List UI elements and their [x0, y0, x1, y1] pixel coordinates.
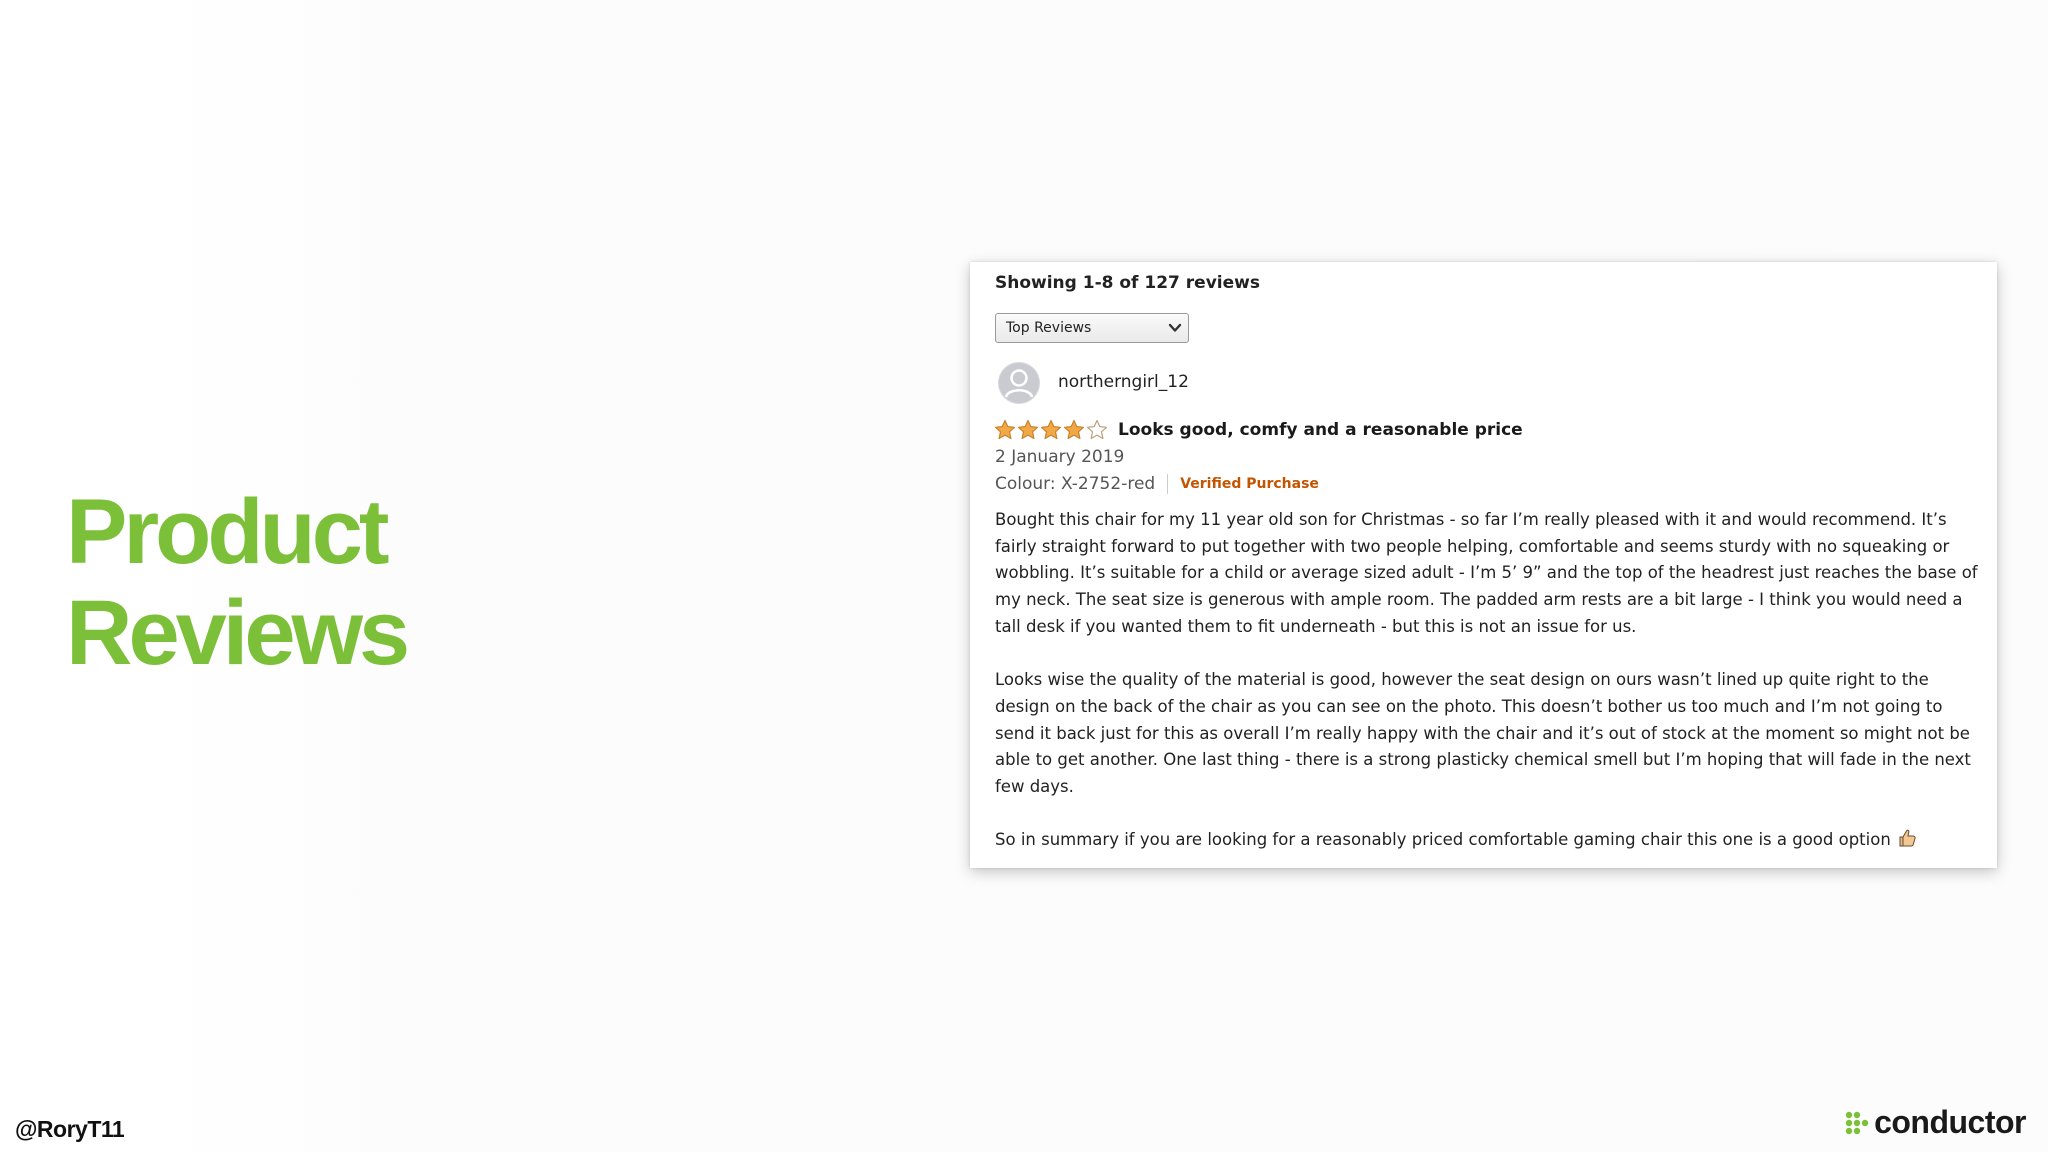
star-filled-icon	[1063, 419, 1085, 440]
sort-reviews-dropdown[interactable]: Top Reviews	[995, 313, 1189, 343]
star-rating	[994, 419, 1108, 441]
user-silhouette-icon	[999, 363, 1039, 403]
review-screenshot-card: Showing 1-8 of 127 reviews Top Reviews n…	[970, 262, 1997, 868]
review-variant-line: Colour: X-2752-red Verified Purchase	[995, 474, 1319, 494]
review-count-heading: Showing 1-8 of 127 reviews	[995, 273, 1260, 293]
twitter-handle: @RoryT11	[15, 1116, 125, 1142]
verified-purchase-badge: Verified Purchase	[1180, 476, 1319, 492]
slide-title: Product Reviews	[66, 481, 410, 684]
review-date: 2 January 2019	[995, 447, 1125, 467]
star-filled-icon	[994, 419, 1016, 440]
divider	[1167, 474, 1169, 494]
review-summary-paragraph: So in summary if you are looking for a r…	[995, 827, 1980, 854]
star-filled-icon	[1017, 419, 1039, 440]
review-username[interactable]: northerngirl_12	[1058, 372, 1189, 392]
sort-selected-value: Top Reviews	[1006, 320, 1092, 336]
conductor-logo-icon	[1845, 1111, 1869, 1134]
slide-title-line-1: Product	[66, 481, 390, 583]
review-body: Bought this chair for my 11 year old son…	[995, 507, 1980, 881]
star-filled-icon	[1040, 419, 1062, 440]
user-avatar	[998, 362, 1040, 404]
brand-name: conductor	[1874, 1104, 2026, 1140]
chevron-down-icon	[1168, 323, 1182, 332]
slide-title-line-2: Reviews	[66, 582, 410, 684]
review-title[interactable]: Looks good, comfy and a reasonable price	[1118, 420, 1523, 440]
review-paragraph-text: So in summary if you are looking for a r…	[995, 830, 1891, 850]
review-paragraph: Bought this chair for my 11 year old son…	[995, 510, 1978, 636]
review-paragraph: Looks wise the quality of the material i…	[995, 670, 1971, 797]
brand-logo: conductor	[1844, 1104, 2026, 1141]
colour-variant[interactable]: Colour: X-2752-red	[995, 474, 1155, 494]
star-empty-icon	[1086, 419, 1108, 440]
thumbs-up-icon	[1899, 830, 1916, 847]
